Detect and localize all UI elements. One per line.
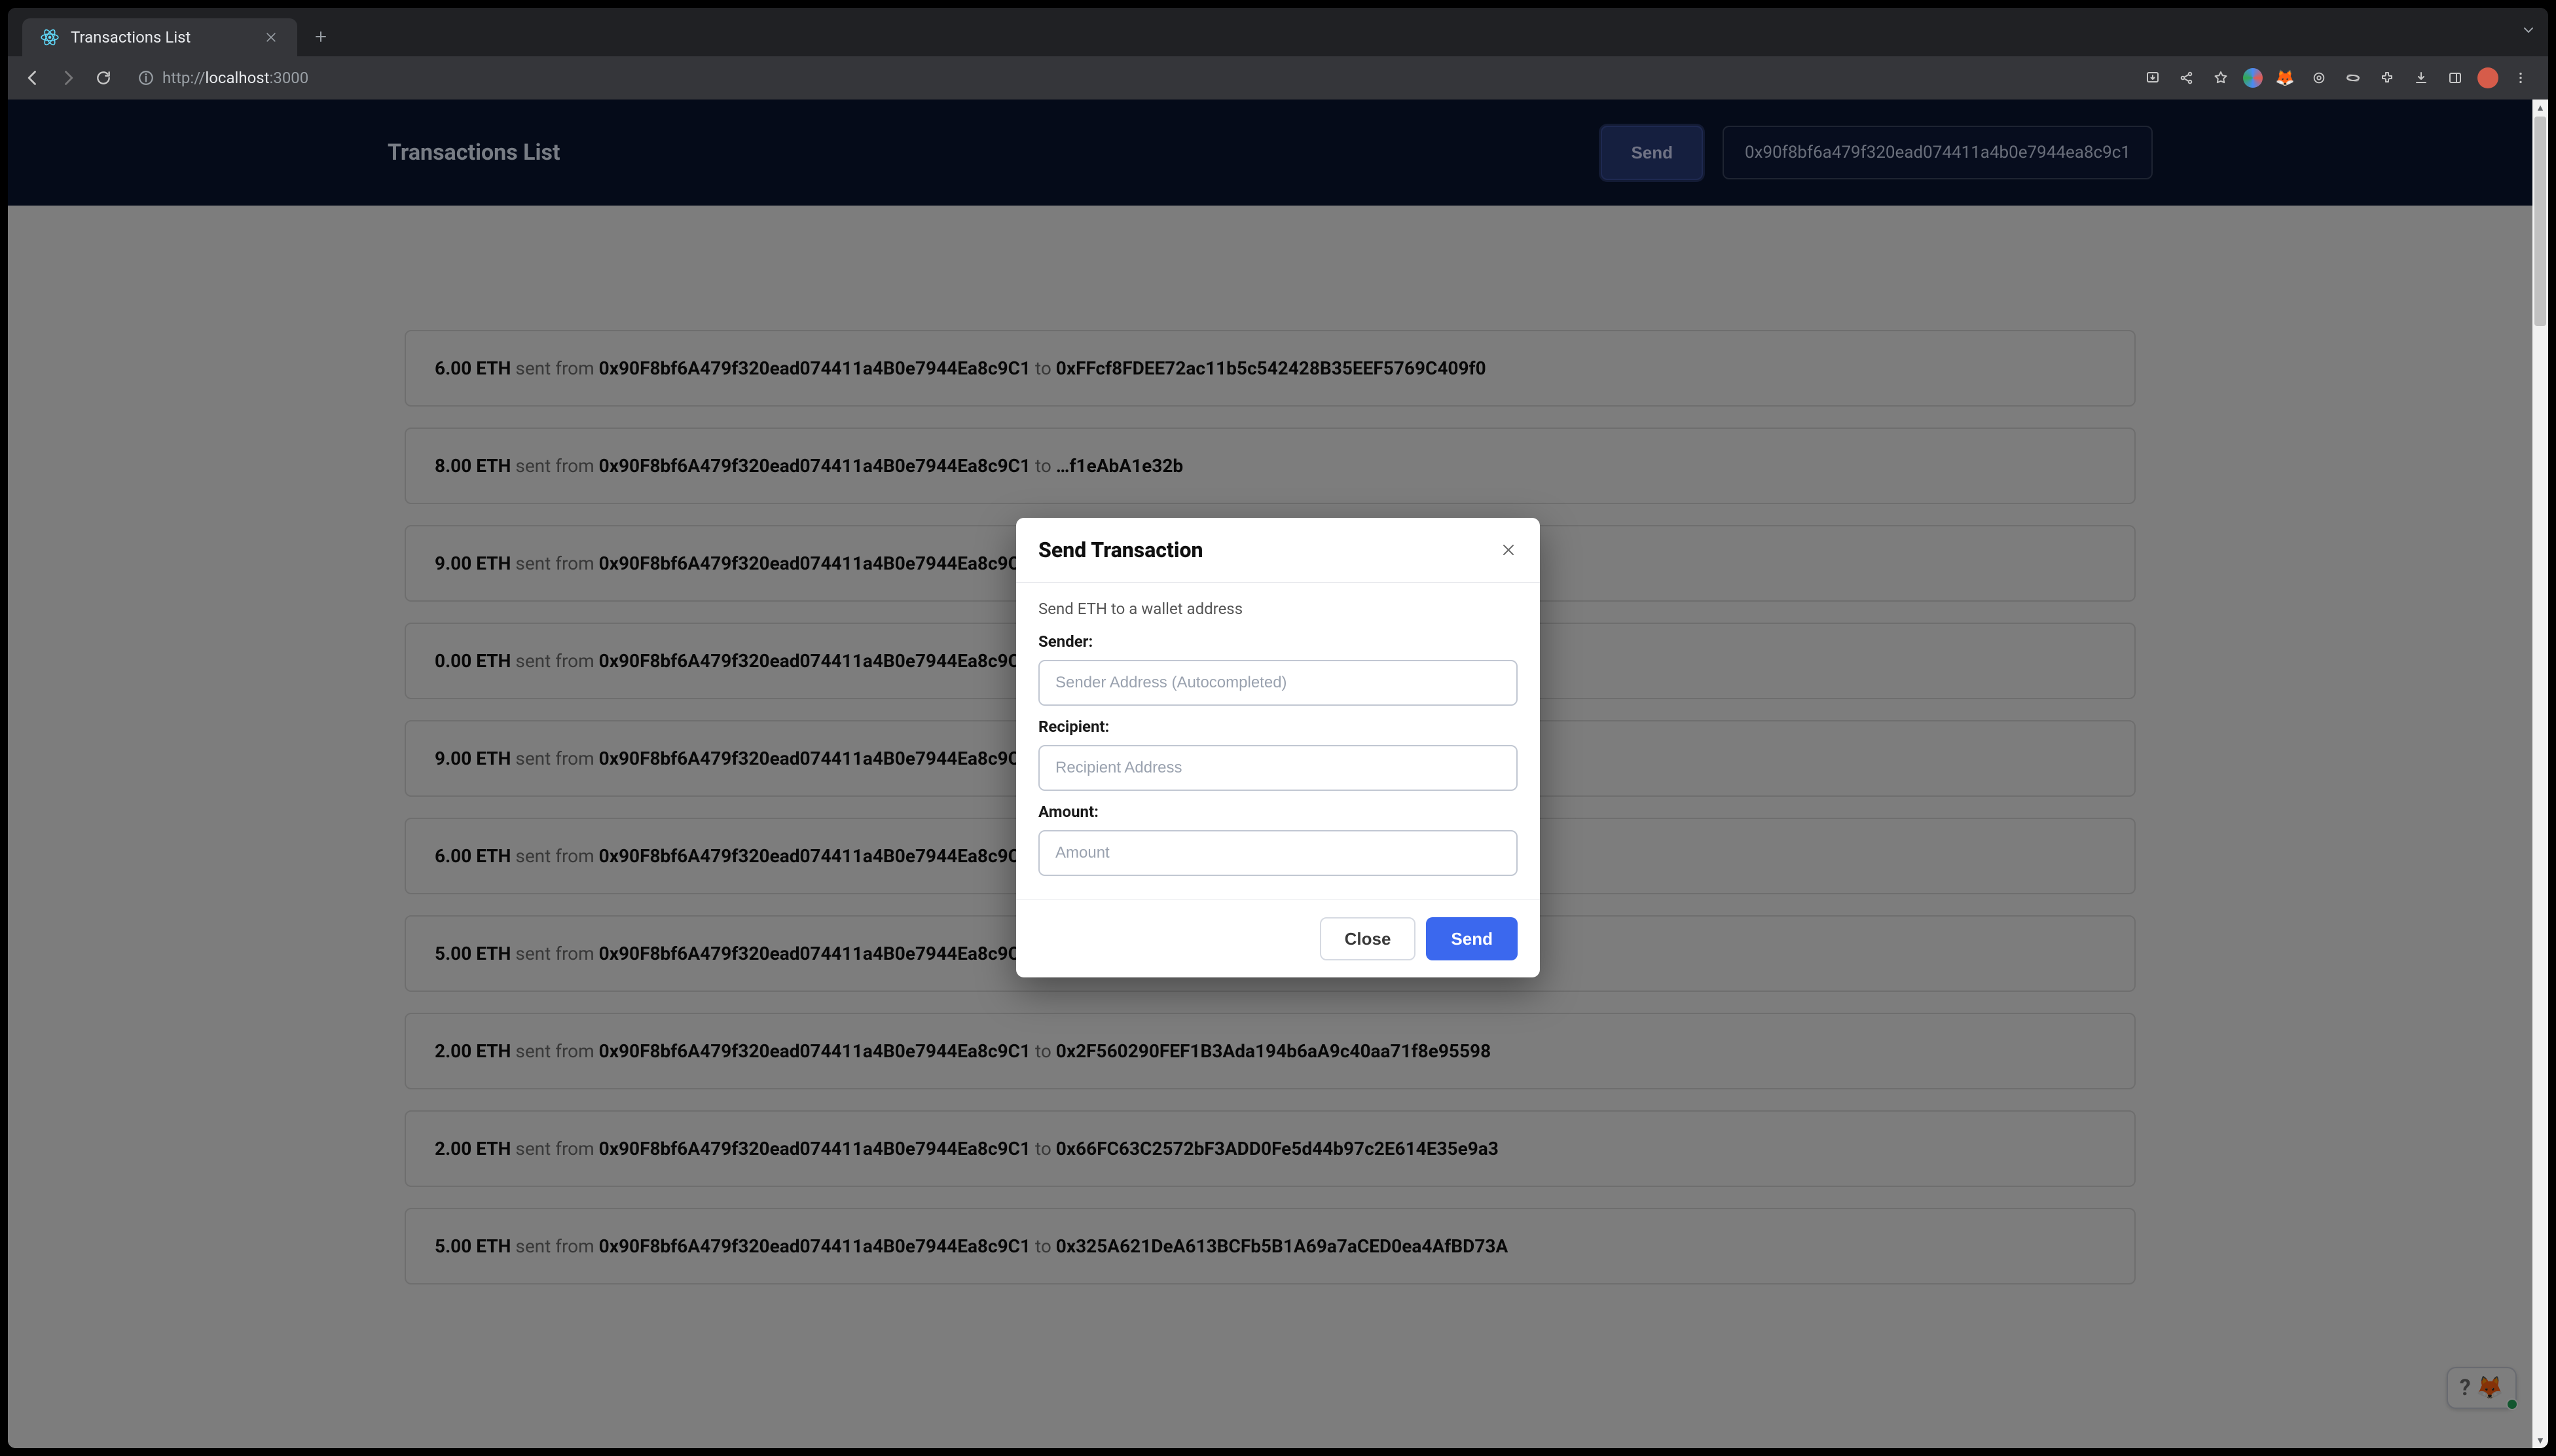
browser-toolbar: http://localhost:3000 🦊 (8, 56, 2548, 100)
url-bar[interactable]: http://localhost:3000 (127, 62, 2129, 94)
url-host: localhost (205, 69, 269, 87)
close-button[interactable]: Close (1320, 917, 1416, 960)
react-favicon-icon (41, 28, 59, 46)
star-icon[interactable] (2209, 66, 2233, 90)
extension-icon-3[interactable] (2341, 66, 2365, 90)
sender-label: Sender: (1038, 632, 1518, 651)
share-icon[interactable] (2175, 66, 2199, 90)
scrollbar[interactable]: ▲ ▼ (2532, 100, 2548, 1448)
extension-icon-1[interactable] (2243, 68, 2263, 88)
modal-description: Send ETH to a wallet address (1038, 600, 1518, 618)
url-scheme: http:// (162, 69, 205, 87)
tab-title: Transactions List (71, 28, 251, 46)
site-info-icon[interactable] (137, 69, 155, 86)
modal-title: Send Transaction (1038, 537, 1203, 562)
scroll-thumb[interactable] (2534, 117, 2546, 326)
metamask-icon[interactable]: 🦊 (2273, 66, 2297, 90)
forward-button[interactable] (56, 66, 80, 90)
browser-window: Transactions List http://localhost:3000 (8, 8, 2548, 1448)
modal-header: Send Transaction (1016, 518, 1540, 583)
new-tab-button[interactable] (305, 21, 337, 52)
url-rest: :3000 (270, 69, 309, 87)
extensions-puzzle-icon[interactable] (2375, 66, 2399, 90)
reload-button[interactable] (92, 66, 115, 90)
amount-label: Amount: (1038, 803, 1518, 821)
page-viewport: Transactions List Send 0x90f8bf6a479f320… (8, 100, 2548, 1448)
send-transaction-modal: Send Transaction Send ETH to a wallet ad… (1016, 518, 1540, 977)
browser-tab[interactable]: Transactions List (22, 18, 297, 56)
back-button[interactable] (21, 66, 45, 90)
modal-body: Send ETH to a wallet address Sender: Rec… (1016, 583, 1540, 900)
modal-overlay[interactable]: Send Transaction Send ETH to a wallet ad… (8, 100, 2548, 1448)
close-icon[interactable] (1499, 541, 1518, 559)
send-button[interactable]: Send (1426, 917, 1518, 960)
recipient-input[interactable] (1038, 745, 1518, 791)
scroll-up-icon[interactable]: ▲ (2532, 100, 2548, 115)
chevron-down-icon[interactable] (2521, 22, 2536, 38)
scroll-down-icon[interactable]: ▼ (2532, 1432, 2548, 1448)
toolbar-right: 🦊 (2141, 66, 2535, 90)
download-icon[interactable] (2409, 66, 2433, 90)
extension-icon-2[interactable] (2307, 66, 2331, 90)
sidepanel-icon[interactable] (2443, 66, 2467, 90)
install-app-icon[interactable] (2141, 66, 2164, 90)
menu-dots-icon[interactable] (2509, 66, 2532, 90)
recipient-label: Recipient: (1038, 718, 1518, 736)
tab-strip: Transactions List (8, 8, 2548, 56)
sender-input[interactable] (1038, 660, 1518, 706)
profile-avatar[interactable] (2477, 67, 2498, 88)
amount-input[interactable] (1038, 830, 1518, 876)
close-icon[interactable] (263, 29, 279, 45)
modal-footer: Close Send (1016, 900, 1540, 977)
